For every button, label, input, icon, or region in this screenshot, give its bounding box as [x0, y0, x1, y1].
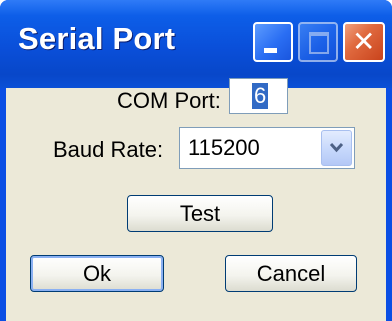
- baud-rate-value: 115200: [188, 135, 260, 160]
- com-port-value: 6: [252, 83, 269, 109]
- close-glyph: ✕: [352, 25, 376, 58]
- chevron-down-icon[interactable]: [321, 130, 352, 166]
- baud-rate-label: Baud Rate:: [53, 137, 164, 162]
- maximize-icon[interactable]: [298, 22, 338, 62]
- cancel-button[interactable]: Cancel: [225, 255, 357, 292]
- baud-rate-select[interactable]: 115200: [179, 127, 355, 169]
- ok-button[interactable]: Ok: [30, 255, 164, 292]
- test-button[interactable]: Test: [127, 195, 273, 232]
- window-title: Serial Port: [18, 21, 176, 56]
- com-port-input[interactable]: 6: [229, 78, 288, 114]
- close-icon[interactable]: ✕: [343, 22, 385, 62]
- title-bar[interactable]: Serial Port ✕: [0, 0, 392, 88]
- com-port-label: COM Port:: [117, 88, 221, 113]
- minimize-icon[interactable]: [253, 22, 293, 62]
